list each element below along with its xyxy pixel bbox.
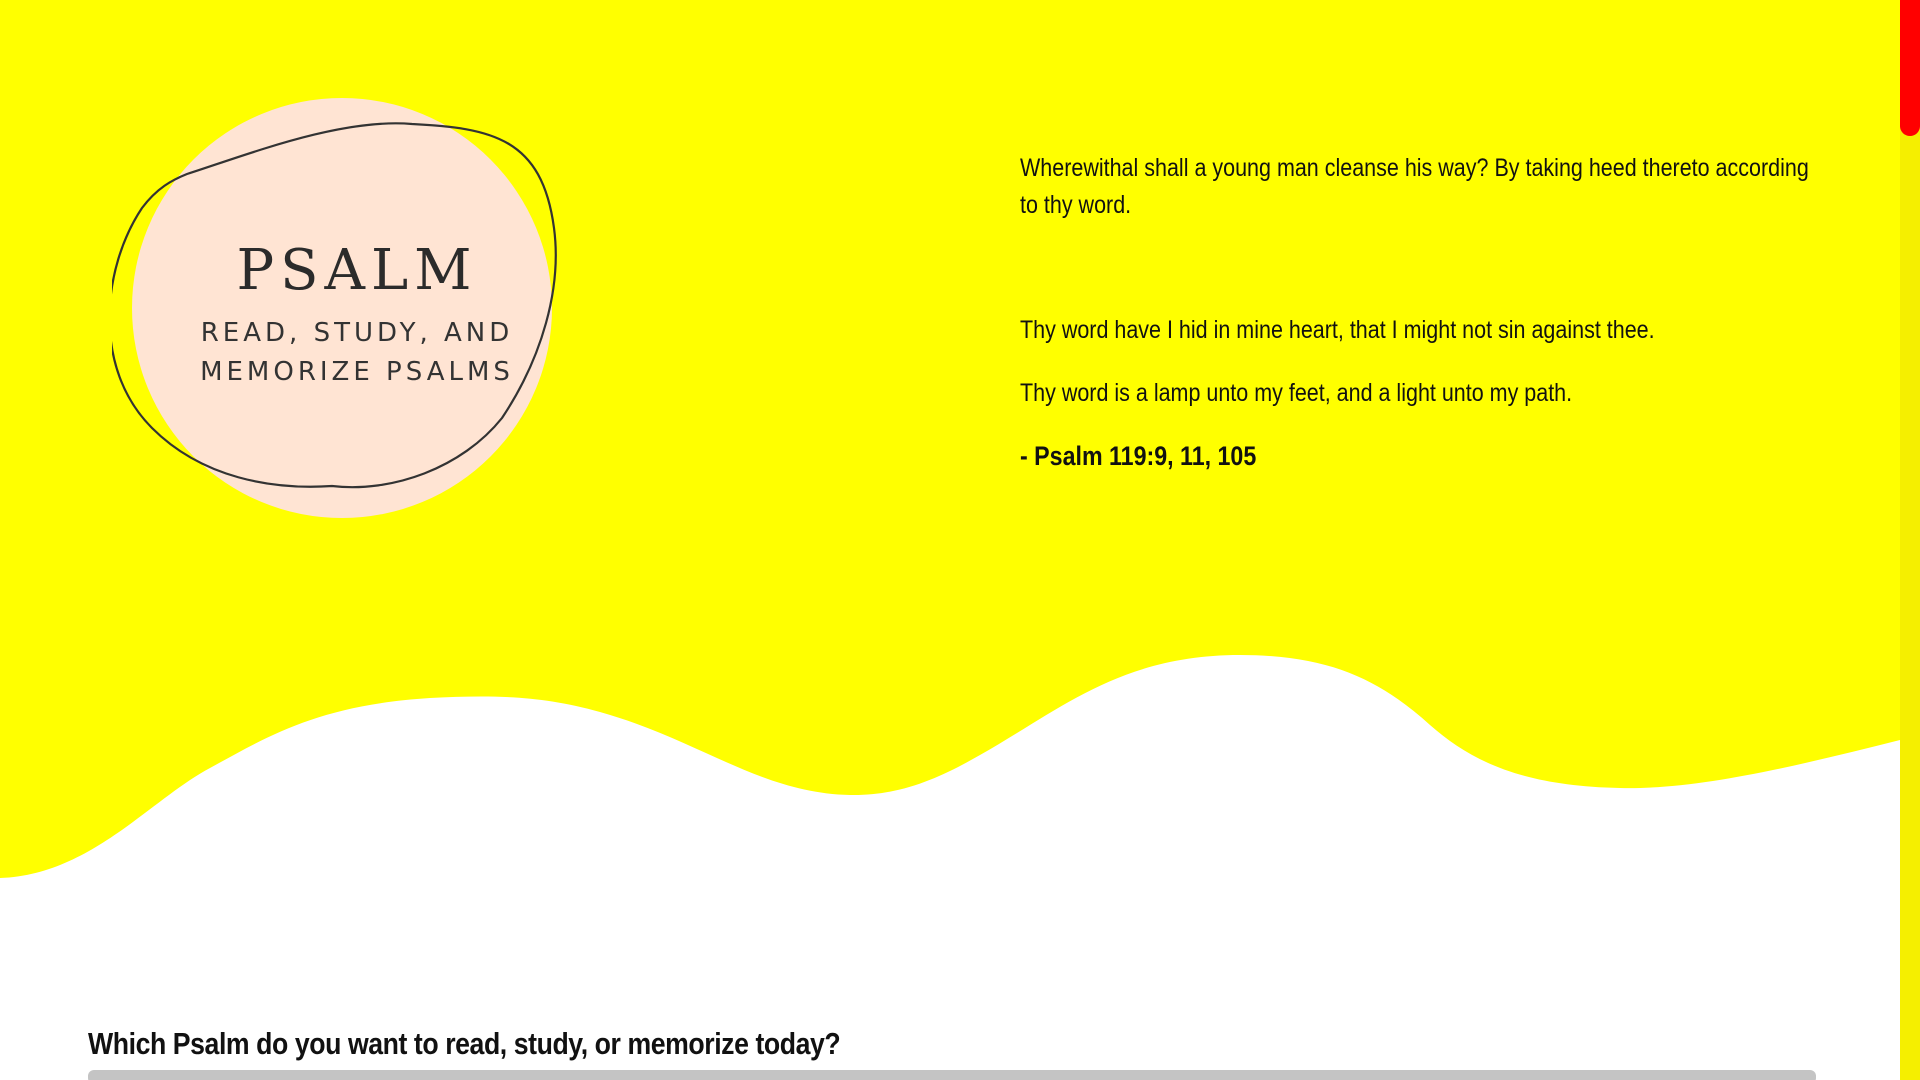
logo-blob-graphic: [112, 98, 557, 518]
verse-text-1: Wherewithal shall a young man cleanse hi…: [1020, 154, 1809, 219]
verse-text-3: Thy word is a lamp unto my feet, and a l…: [1020, 379, 1573, 407]
scrollbar-thumb[interactable]: [1900, 0, 1920, 136]
psalm-select-field[interactable]: [88, 1070, 1816, 1080]
logo-subtitle-line-1: READ, STUDY, AND: [200, 318, 514, 348]
hero-section: PSALM READ, STUDY, AND MEMORIZE PSALMS W…: [0, 0, 1900, 900]
site-logo[interactable]: PSALM READ, STUDY, AND MEMORIZE PSALMS: [112, 98, 564, 518]
logo-title: PSALM: [236, 238, 478, 303]
scripture-quote: Wherewithal shall a young man cleanse hi…: [1020, 150, 1840, 475]
logo-subtitle: READ, STUDY, AND MEMORIZE PSALMS: [132, 314, 582, 392]
page: PSALM READ, STUDY, AND MEMORIZE PSALMS W…: [0, 0, 1920, 1080]
psalm-question-heading: Which Psalm do you want to read, study, …: [88, 1025, 841, 1061]
verse-reference: - Psalm 119:9, 11, 105: [1020, 441, 1257, 471]
scrollbar-track[interactable]: [1900, 0, 1920, 1080]
logo-subtitle-line-2: MEMORIZE PSALMS: [200, 357, 514, 387]
verse-text-2: Thy word have I hid in mine heart, that …: [1020, 316, 1655, 344]
